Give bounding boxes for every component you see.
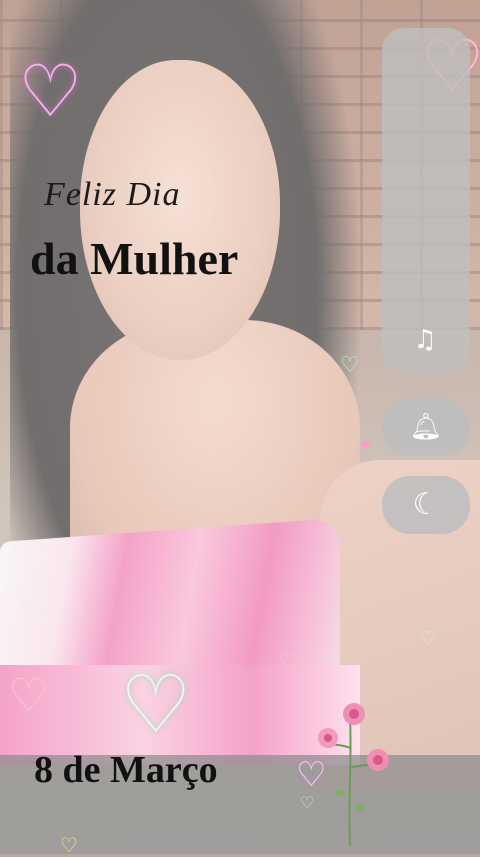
moon-icon: ☾ [412,487,440,522]
greeting-line2: da Mulher [30,233,239,284]
volume-slider[interactable] [382,28,470,373]
heart-icon: ♡ [120,658,192,751]
roses-decoration [318,703,389,847]
heart-icon: ♥ [360,439,371,453]
bell-button[interactable]: 🔔︎ [382,398,470,456]
music-muted-icon[interactable]: ♫ [410,325,440,355]
bell-icon: 🔔︎ [409,412,443,442]
heart-icon: ♡ [278,648,302,678]
date-text: 8 de Março [34,749,218,791]
heart-icon: ♡ [35,538,55,563]
heart-icon: ♡ [420,628,437,649]
greeting-line1: Feliz Dia [44,176,181,213]
heart-icon: ♡ [20,597,47,632]
heart-icon: ♡ [8,668,50,722]
heart-icon: ♡ [340,353,360,378]
heart-icon: ♡ [18,49,83,133]
dark-mode-button[interactable]: ☾ [382,476,470,534]
heart-icon: ♡ [60,833,78,857]
